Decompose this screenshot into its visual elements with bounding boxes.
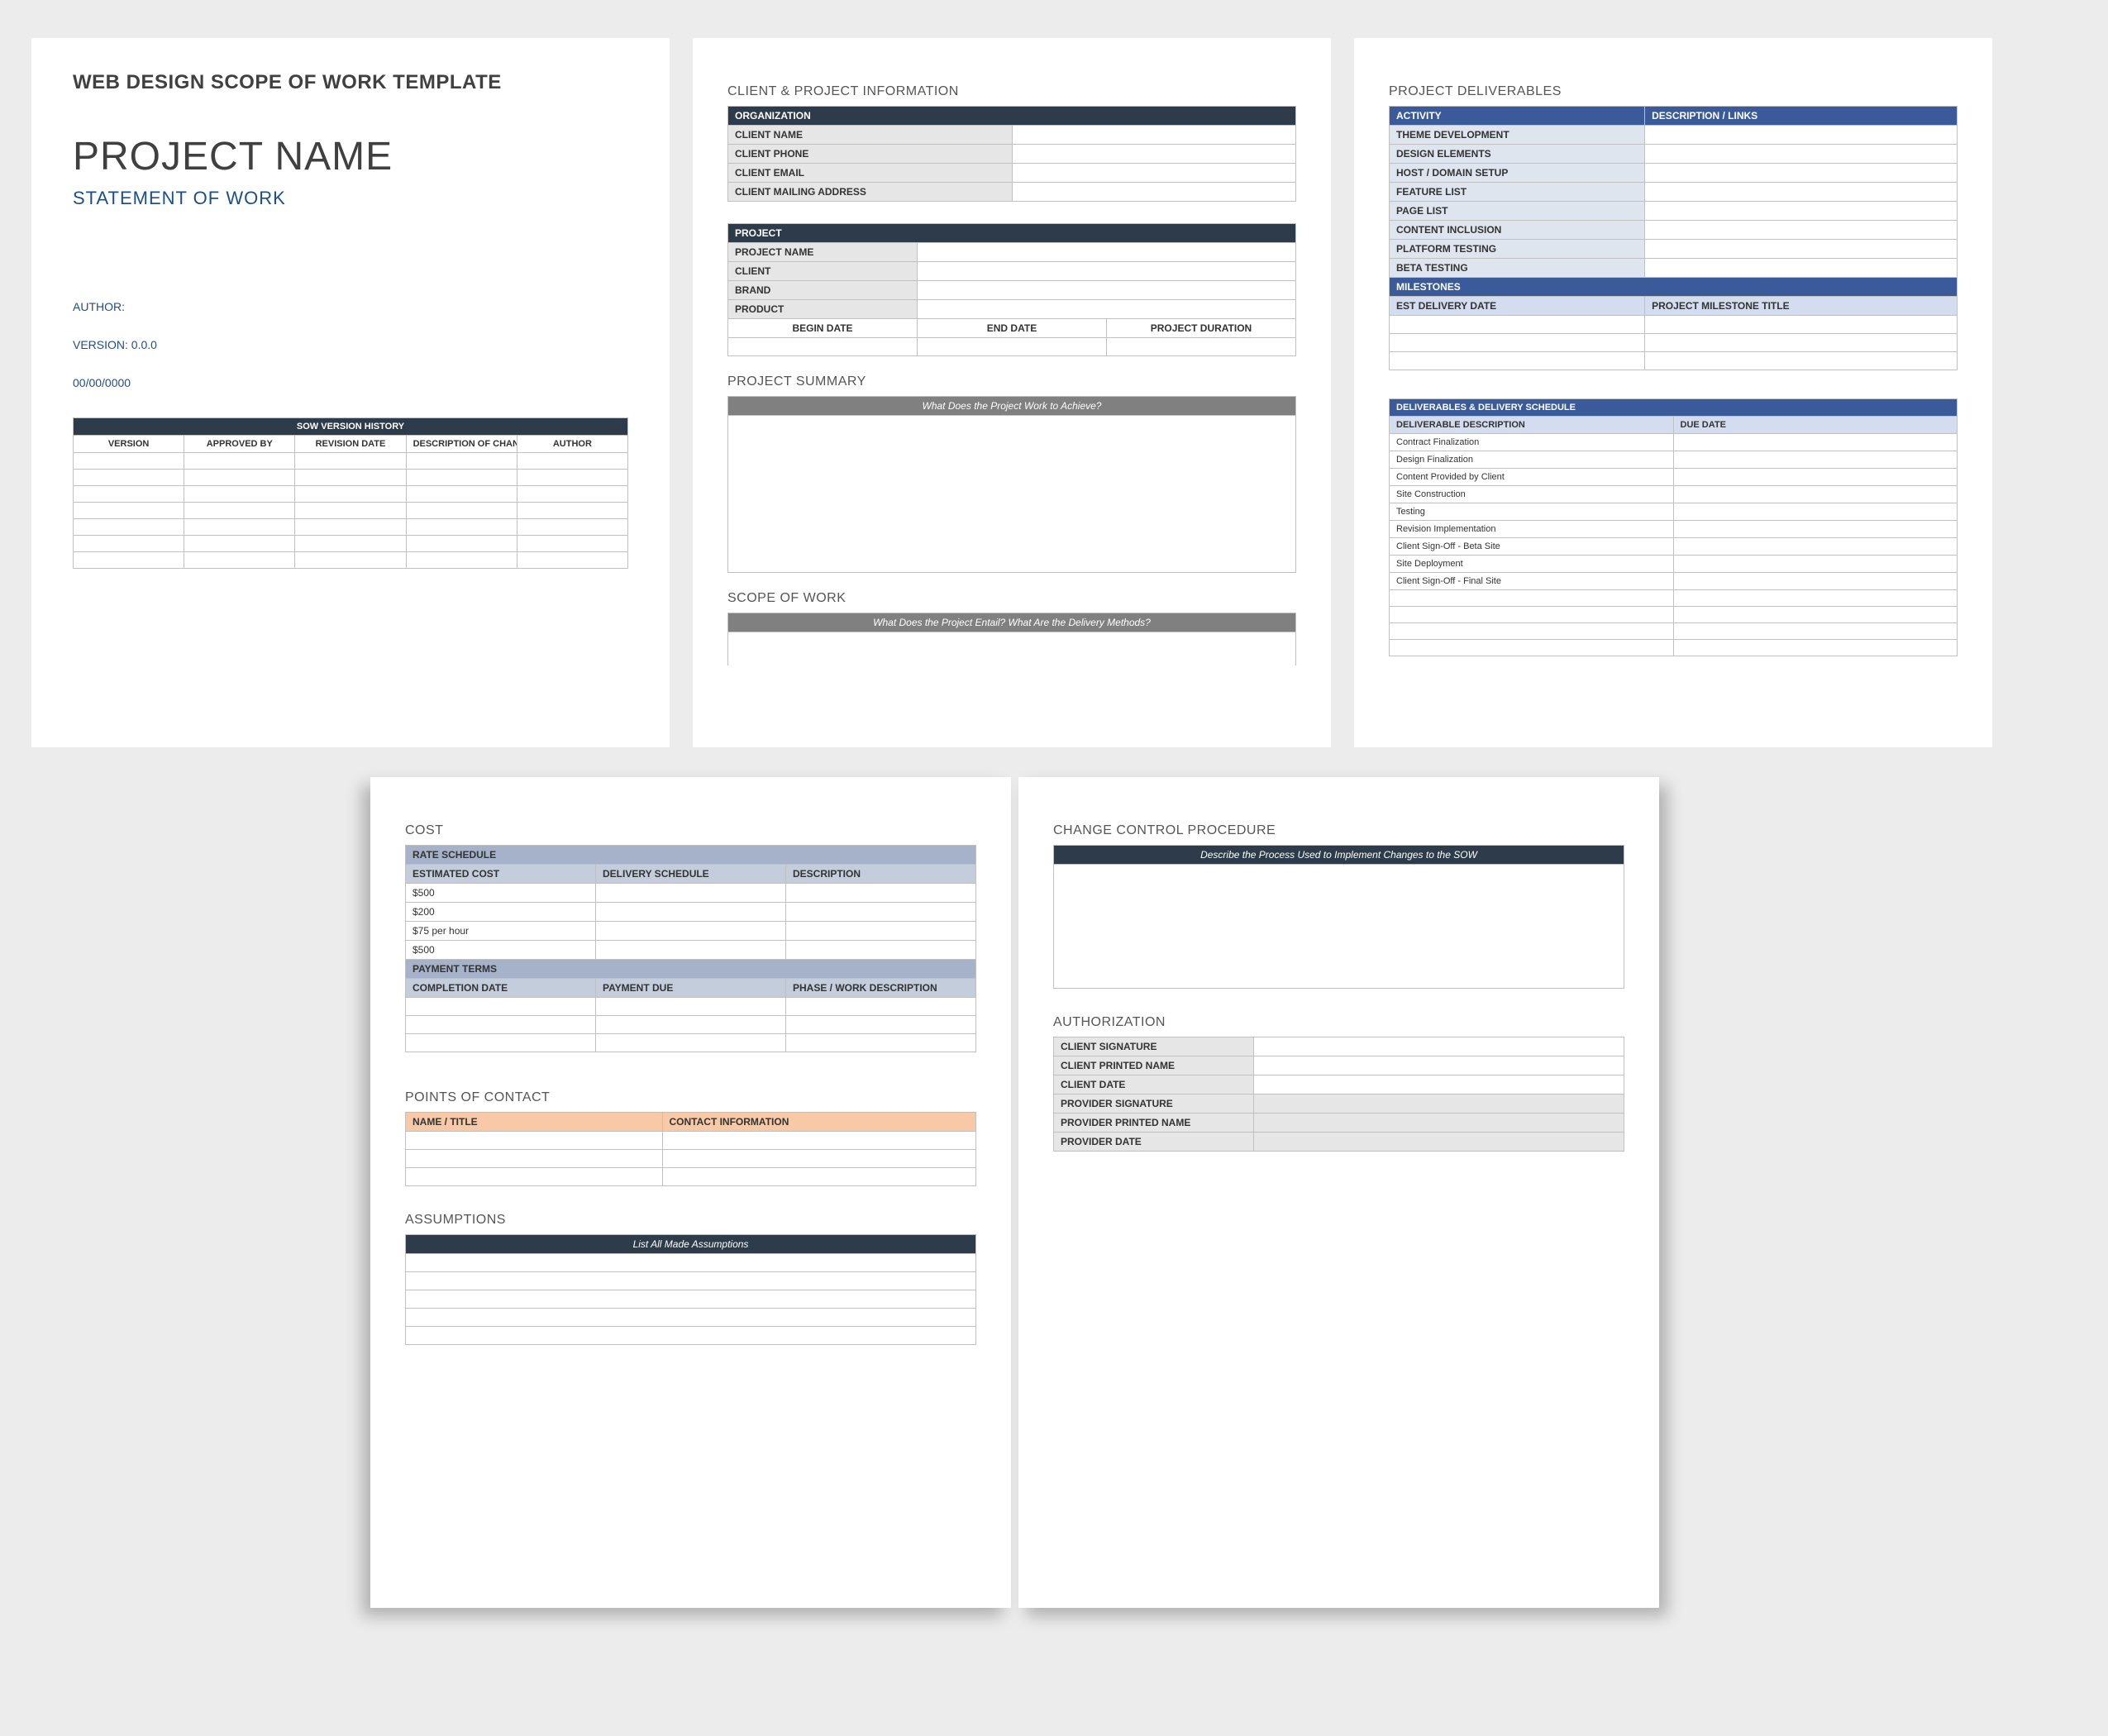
rate-schedule-table: RATE SCHEDULE ESTIMATED COST DELIVERY SC…: [405, 845, 976, 1052]
organization-table: ORGANIZATION CLIENT NAME CLIENT PHONE CL…: [727, 106, 1296, 202]
cost-section: COST: [405, 823, 976, 838]
assumptions-section: ASSUMPTIONS: [405, 1213, 976, 1228]
page-authorization: CHANGE CONTROL PROCEDURE Describe the Pr…: [1018, 777, 1659, 1608]
author-label: AUTHOR:: [73, 300, 628, 313]
page-client-project: CLIENT & PROJECT INFORMATION ORGANIZATIO…: [693, 38, 1331, 747]
client-project-section: CLIENT & PROJECT INFORMATION: [727, 84, 1296, 99]
authorization-table: CLIENT SIGNATURE CLIENT PRINTED NAME CLI…: [1053, 1037, 1624, 1152]
delivery-schedule-table: DELIVERABLES & DELIVERY SCHEDULE DELIVER…: [1389, 398, 1958, 656]
statement-of-work: STATEMENT OF WORK: [73, 188, 628, 209]
history-title: SOW VERSION HISTORY: [74, 418, 628, 436]
scope-of-work-title: SCOPE OF WORK: [727, 591, 1296, 606]
change-control-box: Describe the Process Used to Implement C…: [1053, 845, 1624, 989]
project-name: PROJECT NAME: [73, 134, 628, 179]
project-table: PROJECT PROJECT NAME CLIENT BRAND PRODUC…: [727, 223, 1296, 356]
contacts-section: POINTS OF CONTACT: [405, 1090, 976, 1105]
template-title: WEB DESIGN SCOPE OF WORK TEMPLATE: [73, 71, 628, 94]
version-label: VERSION: 0.0.0: [73, 338, 628, 351]
date-label: 00/00/0000: [73, 376, 628, 389]
scope-of-work-box: What Does the Project Entail? What Are t…: [727, 613, 1296, 665]
activities-table: ACTIVITY DESCRIPTION / LINKS THEME DEVEL…: [1389, 106, 1958, 370]
version-history-table: SOW VERSION HISTORY VERSION APPROVED BY …: [73, 417, 628, 569]
change-control-section: CHANGE CONTROL PROCEDURE: [1053, 823, 1624, 838]
page-cost: COST RATE SCHEDULE ESTIMATED COST DELIVE…: [370, 777, 1011, 1608]
page-deliverables: PROJECT DELIVERABLES ACTIVITY DESCRIPTIO…: [1354, 38, 1992, 747]
authorization-section: AUTHORIZATION: [1053, 1015, 1624, 1030]
deliverables-section: PROJECT DELIVERABLES: [1389, 84, 1958, 99]
project-summary-title: PROJECT SUMMARY: [727, 374, 1296, 389]
assumptions-table: List All Made Assumptions: [405, 1234, 976, 1345]
project-summary-box: What Does the Project Work to Achieve?: [727, 396, 1296, 573]
page-cover: WEB DESIGN SCOPE OF WORK TEMPLATE PROJEC…: [31, 38, 670, 747]
contacts-table: NAME / TITLE CONTACT INFORMATION: [405, 1112, 976, 1186]
